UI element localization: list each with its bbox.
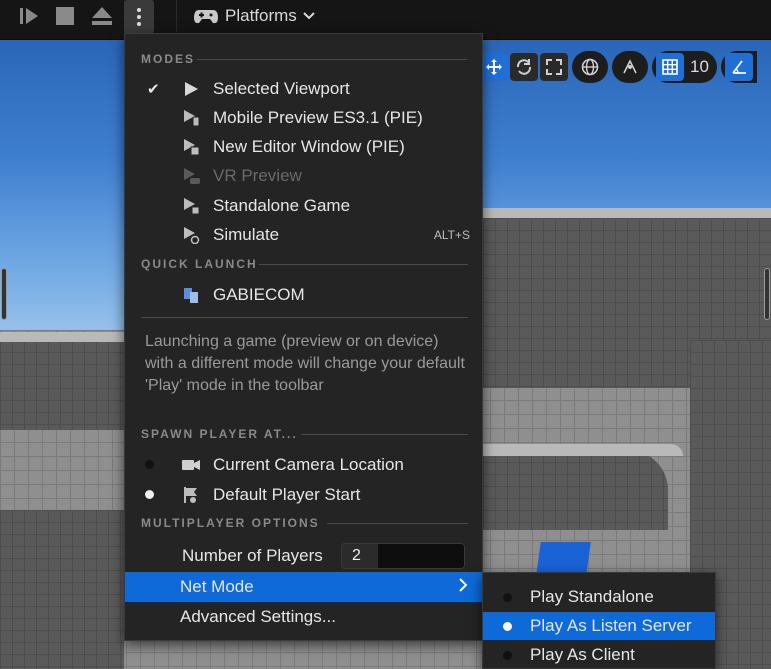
angle-snap-button[interactable] [724, 53, 753, 81]
ramp-block-top [483, 444, 683, 456]
camera-icon [181, 456, 201, 474]
number-of-players-label: Number of Players [182, 546, 323, 565]
surface-snap-button[interactable] [616, 53, 644, 81]
viewport-toolbar: 10 [480, 51, 757, 83]
platforms-menu-button[interactable]: Platforms [176, 0, 315, 32]
spawn-default-player-start[interactable]: Default Player Start [125, 480, 482, 509]
number-of-players-row: Number of Players 2 [125, 540, 482, 572]
ramp-block [483, 450, 668, 530]
left-panel-handle[interactable] [1, 268, 7, 320]
coord-space-group [572, 51, 608, 83]
eject-icon [92, 7, 112, 25]
kebab-dot-icon [137, 8, 141, 12]
number-of-players-field[interactable]: 2 [341, 543, 465, 569]
mobile-preview-icon [181, 109, 201, 127]
mode-selected-viewport[interactable]: ✔ Selected Viewport [125, 74, 482, 103]
step-forward-icon [20, 8, 38, 24]
play-mode-note: Launching a game (preview or on device) … [145, 333, 465, 394]
move-arrows-icon [486, 59, 502, 75]
number-of-players-value[interactable]: 2 [342, 544, 378, 568]
mode-new-editor-window[interactable]: New Editor Window (PIE) [125, 132, 482, 161]
globe-icon [581, 58, 599, 76]
rotate-icon [516, 59, 532, 75]
angle-snap-group [720, 51, 757, 83]
radio-selected-icon [145, 490, 154, 499]
multiplayer-header-rule [327, 523, 468, 524]
simulate-icon [181, 226, 201, 244]
player-start-icon [181, 486, 201, 504]
step-forward-button[interactable] [14, 4, 44, 28]
surface-snap-icon [623, 59, 637, 74]
eject-button[interactable] [88, 4, 116, 28]
multiplayer-header: MULTIPLAYER OPTIONS [141, 515, 468, 531]
play-icon [181, 80, 201, 98]
world-space-button[interactable] [576, 53, 604, 81]
chevron-right-icon [459, 577, 468, 597]
standalone-icon [181, 197, 201, 215]
play-options-menu: MODES ✔ Selected Viewport Mobile Preview… [124, 33, 483, 641]
right-panel-handle[interactable] [764, 268, 770, 320]
grid-snap-value[interactable]: 10 [686, 57, 713, 77]
new-window-icon [181, 138, 201, 156]
stop-icon [56, 7, 74, 25]
platforms-label: Platforms [225, 6, 297, 25]
mode-mobile-preview[interactable]: Mobile Preview ES3.1 (PIE) [125, 103, 482, 132]
device-icon [181, 286, 201, 304]
quick-launch-device[interactable]: GABIECOM [125, 280, 482, 309]
radio-unselected-icon [145, 460, 154, 469]
advanced-settings-menu-item[interactable]: Advanced Settings... [125, 602, 482, 632]
left-wall [0, 340, 124, 430]
modes-header-rule [197, 59, 467, 60]
spawn-current-camera[interactable]: Current Camera Location [125, 450, 482, 479]
angle-icon [732, 60, 746, 74]
stop-button[interactable] [52, 4, 78, 28]
left-wall-top [0, 332, 124, 342]
net-mode-submenu: Play Standalone Play As Listen Server Pl… [482, 572, 716, 669]
play-options-kebab-button[interactable] [124, 0, 154, 34]
quick-launch-header-rule [259, 264, 468, 265]
net-mode-play-listen-server[interactable]: Play As Listen Server [483, 612, 715, 640]
mode-simulate[interactable]: Simulate ALT+S [125, 220, 482, 249]
rotate-tool-button[interactable] [510, 53, 538, 81]
checkmark-icon: ✔ [147, 80, 160, 98]
translate-tool-button[interactable] [480, 53, 508, 81]
modes-header: MODES [141, 51, 467, 67]
surface-snap-group [612, 51, 648, 83]
net-mode-menu-item[interactable]: Net Mode [125, 572, 482, 602]
radio-unselected-icon [503, 592, 512, 602]
simulate-shortcut: ALT+S [433, 227, 470, 242]
front-wall-left [0, 510, 124, 669]
mode-standalone-game[interactable]: Standalone Game [125, 191, 482, 220]
radio-selected-icon [503, 621, 512, 631]
grid-icon [662, 59, 678, 75]
kebab-dot-icon [137, 22, 141, 26]
quick-launch-divider [141, 317, 468, 318]
vr-icon [181, 167, 201, 185]
scale-icon [546, 59, 562, 75]
transform-tools-group [480, 51, 568, 83]
net-mode-play-standalone[interactable]: Play Standalone [483, 583, 715, 611]
mode-vr-preview[interactable]: VR Preview [125, 161, 482, 190]
spawn-header: SPAWN PLAYER AT... [141, 426, 468, 442]
spawn-header-rule [301, 434, 468, 435]
scale-tool-button[interactable] [540, 53, 568, 81]
grid-snap-group: 10 [652, 51, 717, 83]
quick-launch-header: QUICK LAUNCH [141, 256, 468, 272]
back-wall-right-top [483, 208, 771, 218]
gamepad-icon [194, 10, 218, 24]
net-mode-play-client[interactable]: Play As Client [483, 641, 715, 669]
kebab-dot-icon [137, 15, 141, 19]
radio-unselected-icon [503, 650, 512, 660]
chevron-down-icon [303, 12, 315, 20]
grid-snap-button[interactable] [656, 53, 684, 81]
